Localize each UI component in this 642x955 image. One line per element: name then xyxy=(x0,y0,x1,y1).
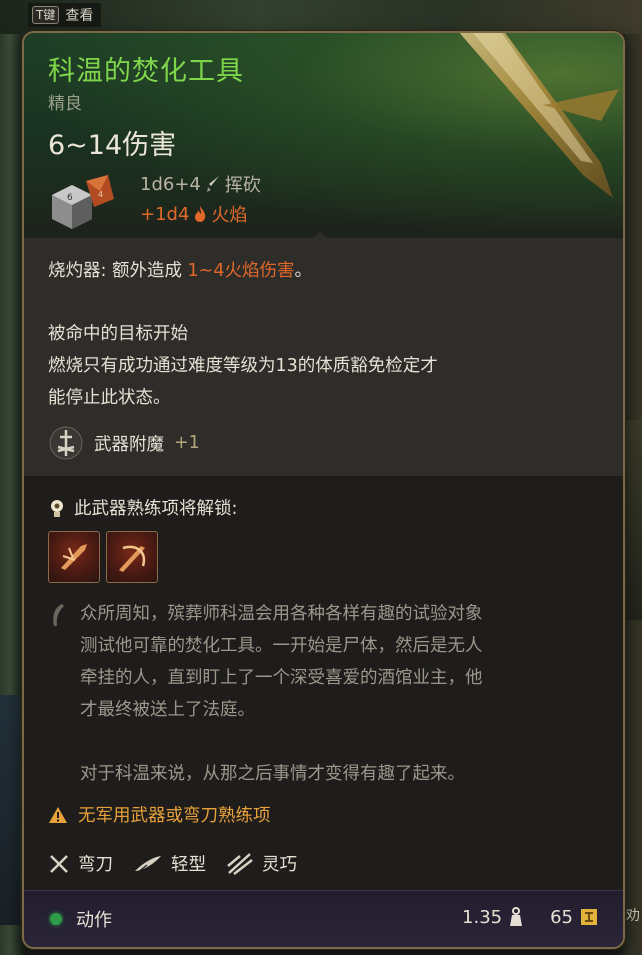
flame-icon xyxy=(195,206,206,222)
gold-coin-icon xyxy=(581,909,597,925)
feather-icon xyxy=(135,855,161,873)
item-stats: 1.35 65 xyxy=(462,906,599,928)
weapon-enchantment[interactable]: 武器附魔 +1 xyxy=(48,425,200,461)
corner-label: 劝 xyxy=(626,908,640,924)
hint-key: T键 xyxy=(32,6,60,24)
action-type: 动作 xyxy=(50,906,112,932)
weapon-blade-image xyxy=(459,33,619,198)
burning-line: 被命中的目标开始 xyxy=(48,324,188,344)
action-label: 动作 xyxy=(76,910,112,931)
enchantment-value: +1 xyxy=(174,433,200,453)
lore-text: 众所周知，殡葬师科温会用各种各样有趣的试验对象 测试他可靠的焚化工具。一开始是尸… xyxy=(80,598,610,822)
finesse-blades-icon xyxy=(227,852,253,875)
lore-line: 对于科温来说，从那之后事情才变得有趣了起来。 xyxy=(80,764,465,784)
lore-line: 才最终被送上了法庭。 xyxy=(80,700,255,720)
weapon-action-slash-icon[interactable] xyxy=(48,531,100,583)
effect-name: 烧灼器: xyxy=(48,261,107,281)
action-dot-icon xyxy=(50,913,62,925)
bonus-damage-line: +1d4 火焰 xyxy=(140,201,247,227)
lore-line: 众所周知，殡葬师科温会用各种各样有趣的试验对象 xyxy=(80,604,483,624)
burning-description: 被命中的目标开始 燃烧只有成功通过难度等级为13的体质豁免检定才 能停止此状态。 xyxy=(48,318,438,414)
gear-bulb-icon xyxy=(51,499,63,517)
property-label: 灵巧 xyxy=(262,855,297,875)
lore-line: 牵挂的人，直到盯上了一个深受喜爱的酒馆业主，他 xyxy=(80,668,483,688)
enchantment-label: 武器附魔 xyxy=(94,434,164,455)
slash-action-icon xyxy=(61,544,87,570)
enchantment-icon xyxy=(49,426,83,460)
damage-type: 挥砍 xyxy=(224,175,261,196)
weapon-action-sweep-icon[interactable] xyxy=(106,531,158,583)
effect-text-end: 。 xyxy=(294,261,312,281)
effect-description: 烧灼器: 额外造成 1~4火焰伤害。 xyxy=(48,255,312,287)
crossed-swords-icon xyxy=(50,854,68,873)
svg-text:4: 4 xyxy=(98,190,103,199)
damage-range: 6~14伤害 xyxy=(48,130,177,161)
warning-icon xyxy=(49,806,67,823)
proficiency-warning: 无军用武器或弯刀熟练项 xyxy=(48,802,271,827)
proficiency-header: 此武器熟练项将解锁: xyxy=(48,495,237,520)
item-rarity: 精良 xyxy=(48,94,82,114)
tooltip-footer: 动作 1.35 65 xyxy=(24,890,623,947)
bonus-type: 火焰 xyxy=(211,205,248,226)
property-light[interactable]: 轻型 xyxy=(133,851,206,876)
property-label: 弯刀 xyxy=(78,855,113,875)
effect-fire-damage: 1~4火焰伤害 xyxy=(187,261,295,281)
bonus-roll: +1d4 xyxy=(140,203,190,225)
proficiency-header-text: 此武器熟练项将解锁: xyxy=(74,499,238,519)
weight-icon xyxy=(510,907,523,926)
proficiency-actions xyxy=(48,531,158,583)
item-tooltip: 科温的焚化工具 精良 6~14伤害 6 4 1d6+4 挥砍 +1d4 火焰 烧… xyxy=(22,31,625,949)
property-finesse[interactable]: 灵巧 xyxy=(226,851,297,876)
effect-text: 额外造成 xyxy=(106,261,188,281)
weapon-properties: 弯刀 轻型 灵巧 xyxy=(48,851,297,876)
dice-icon: 6 4 xyxy=(52,175,114,229)
section-notch xyxy=(312,232,328,239)
feather-quill-icon xyxy=(53,604,64,626)
background-left-edge xyxy=(0,695,20,925)
svg-text:6: 6 xyxy=(67,193,73,203)
item-name: 科温的焚化工具 xyxy=(48,56,244,87)
item-weight: 1.35 xyxy=(462,906,503,928)
warning-text: 无军用武器或弯刀熟练项 xyxy=(78,806,271,826)
lore-line: 测试他可靠的焚化工具。一开始是尸体，然后是无人 xyxy=(80,636,483,656)
sweep-action-icon xyxy=(119,545,146,572)
hint-label: 查看 xyxy=(65,8,94,24)
property-scimitar[interactable]: 弯刀 xyxy=(48,851,113,876)
base-roll: 1d6+4 xyxy=(140,173,201,195)
inspect-hint: T键 查看 xyxy=(28,3,102,27)
sword-icon xyxy=(206,176,219,192)
burning-line: 能停止此状态。 xyxy=(48,388,171,408)
burning-line: 燃烧只有成功通过难度等级为13的体质豁免检定才 xyxy=(48,356,438,376)
property-label: 轻型 xyxy=(171,855,206,875)
item-value: 65 xyxy=(550,906,573,928)
base-damage-line: 1d6+4 挥砍 xyxy=(140,171,261,197)
